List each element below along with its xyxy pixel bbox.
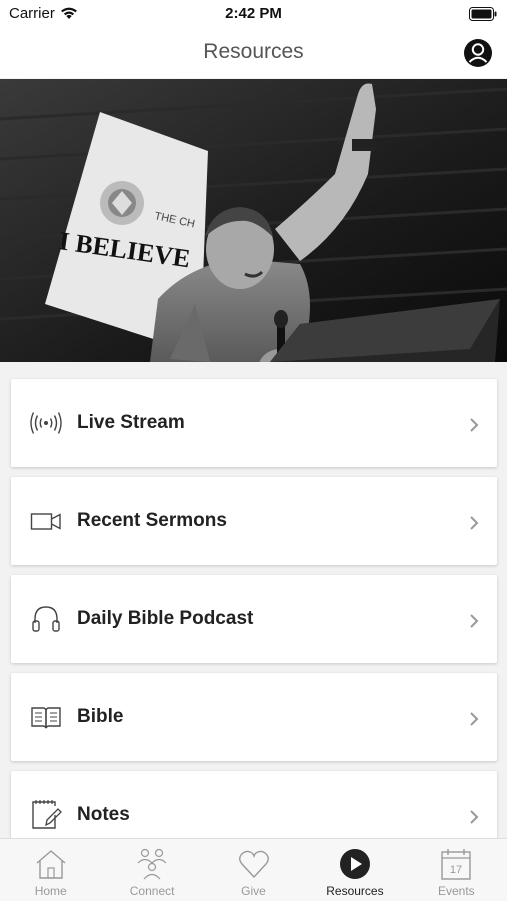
chevron-right-icon bbox=[470, 418, 479, 432]
people-icon bbox=[137, 848, 167, 880]
bible-row[interactable]: Bible bbox=[11, 673, 497, 761]
page-title: Resources bbox=[203, 40, 304, 63]
recent-sermons-row[interactable]: Recent Sermons bbox=[11, 477, 497, 565]
tab-resources-label: Resources bbox=[326, 884, 384, 898]
tab-home-label: Home bbox=[34, 884, 67, 898]
notes-label: Notes bbox=[77, 804, 130, 825]
book-icon bbox=[31, 707, 61, 729]
status-bar: Carrier 2:42 PM bbox=[0, 0, 507, 30]
tab-connect[interactable]: Connect bbox=[101, 839, 202, 901]
notes-icon bbox=[32, 800, 62, 829]
tab-events[interactable]: 17 Events bbox=[406, 839, 507, 901]
bible-label: Bible bbox=[77, 706, 124, 727]
calendar-icon: 17 bbox=[441, 849, 472, 880]
heart-icon bbox=[238, 850, 269, 879]
daily-bible-podcast-row[interactable]: Daily Bible Podcast bbox=[11, 575, 497, 663]
tab-events-label: Events bbox=[437, 884, 475, 898]
recent-sermons-label: Recent Sermons bbox=[77, 510, 227, 531]
chevron-right-icon bbox=[470, 810, 479, 824]
profile-icon[interactable] bbox=[463, 38, 493, 68]
live-stream-label: Live Stream bbox=[77, 412, 185, 433]
chevron-right-icon bbox=[470, 614, 479, 628]
live-stream-icon bbox=[30, 412, 62, 434]
tab-connect-label: Connect bbox=[129, 884, 175, 898]
daily-bible-podcast-label: Daily Bible Podcast bbox=[77, 608, 254, 629]
preacher-photo: I BELIEVE THE CH bbox=[0, 79, 507, 362]
tab-give[interactable]: Give bbox=[203, 839, 304, 901]
play-circle-icon bbox=[339, 849, 370, 879]
headphones-icon bbox=[32, 606, 60, 632]
live-stream-row[interactable]: Live Stream bbox=[11, 379, 497, 467]
hero-image: I BELIEVE THE CH bbox=[0, 79, 507, 362]
tab-resources[interactable]: Resources bbox=[304, 839, 405, 901]
tab-bar: Home Connect Give Resources 17 Events bbox=[0, 838, 507, 901]
video-camera-icon bbox=[30, 513, 61, 530]
clock: 2:42 PM bbox=[225, 5, 282, 22]
tab-home[interactable]: Home bbox=[0, 839, 101, 901]
home-icon bbox=[36, 850, 66, 879]
resources-list: Live Stream Recent Sermons Daily Bible P… bbox=[11, 379, 497, 869]
chevron-right-icon bbox=[470, 516, 479, 530]
tab-give-label: Give bbox=[241, 884, 266, 898]
calendar-day: 17 bbox=[450, 864, 462, 876]
navigation-bar: Resources bbox=[0, 30, 507, 78]
chevron-right-icon bbox=[470, 712, 479, 726]
battery-icon bbox=[469, 7, 497, 21]
banner-logo bbox=[100, 181, 144, 225]
